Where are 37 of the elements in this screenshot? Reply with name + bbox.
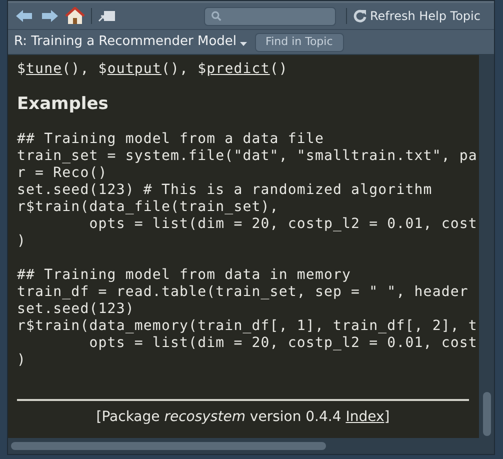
forward-arrow-icon[interactable] bbox=[41, 9, 59, 23]
code-line: r$train(data_file(train_set), bbox=[17, 198, 279, 216]
search-field[interactable] bbox=[204, 6, 336, 26]
code-line: train_set = system.file("dat", "smalltrain.txt", pa bbox=[17, 148, 478, 164]
code-text: $ bbox=[17, 61, 26, 77]
code-line: ) bbox=[17, 352, 26, 368]
refresh-icon bbox=[353, 9, 367, 23]
code-text: () bbox=[270, 61, 288, 77]
code-line: ## Training model from a data file bbox=[17, 130, 324, 148]
popout-window-icon[interactable] bbox=[98, 9, 116, 23]
refresh-button[interactable]: Refresh Help Topic bbox=[353, 7, 480, 25]
package-info-text: [Package recosystem version 0.4.4 Index] bbox=[96, 408, 390, 426]
home-icon[interactable] bbox=[65, 7, 85, 25]
method-link[interactable]: predict bbox=[206, 61, 270, 77]
code-line: r = Reco() bbox=[17, 164, 108, 182]
section-heading: Examples bbox=[17, 93, 108, 116]
code-line: train_df = read.table(train_set, sep = " ", header bbox=[17, 284, 468, 300]
code-line: set.seed(123) bbox=[17, 300, 134, 318]
code-line: ## Training model from data in memory bbox=[17, 266, 352, 284]
back-arrow-icon[interactable] bbox=[15, 9, 33, 23]
code-line: opts = list(dim = 20, costp_l2 = 0.01, cost bbox=[88, 334, 478, 352]
code-text: $ bbox=[198, 61, 207, 77]
search-icon bbox=[211, 10, 222, 22]
index-link[interactable]: Index bbox=[346, 408, 384, 424]
code-line: r$train(data_memory(train_df[, 1], train_df[, 2], t bbox=[17, 318, 478, 334]
caret-icon bbox=[240, 42, 247, 46]
code-line: opts = list(dim = 20, costp_l2 = 0.01, cost bbox=[88, 216, 478, 232]
code-line: ) bbox=[17, 232, 26, 250]
method-link[interactable]: output bbox=[107, 61, 162, 77]
horizontal-scrollbar[interactable] bbox=[8, 438, 494, 454]
code-text: $ bbox=[98, 61, 108, 77]
code-text: (), bbox=[62, 61, 90, 77]
code-text: (), bbox=[162, 61, 189, 77]
vertical-scrollbar[interactable] bbox=[479, 55, 494, 438]
topic-dropdown[interactable]: R: Training a Recommender Model bbox=[14, 32, 247, 52]
method-link[interactable]: tune bbox=[26, 61, 62, 77]
code-line: set.seed(123) # This is a randomized algorithm bbox=[17, 182, 432, 198]
